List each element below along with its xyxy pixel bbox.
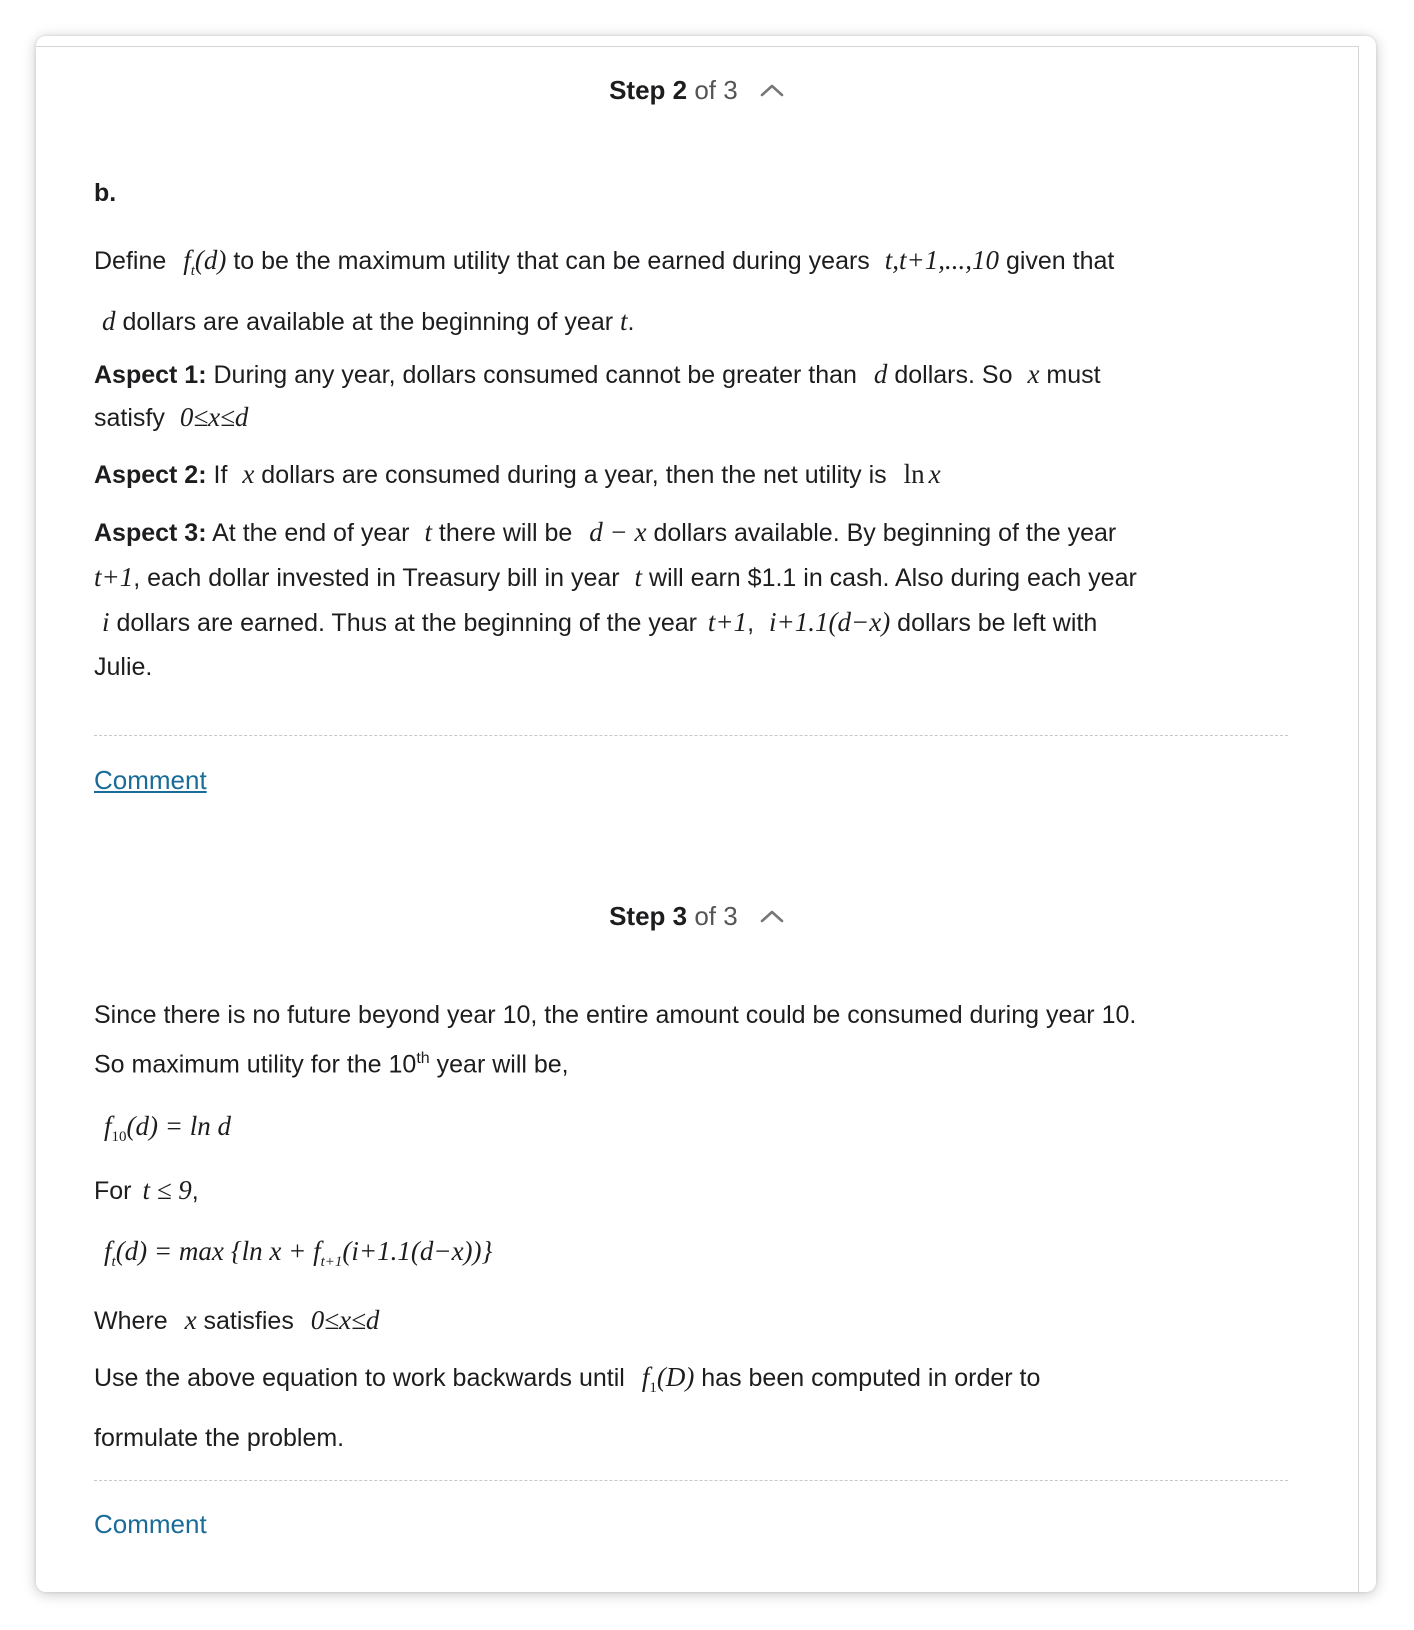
comment-link[interactable]: Comment (94, 1509, 207, 1540)
step-2-content: b. Define ft(d) to be the maximum utilit… (94, 177, 1288, 689)
step-2-number: Step 2 (609, 75, 688, 105)
chevron-up-icon[interactable] (759, 907, 785, 925)
aspect-2: Aspect 2: If x dollars are consumed duri… (94, 459, 941, 489)
step-3-number: Step 3 (609, 901, 688, 931)
chevron-up-icon[interactable] (759, 81, 785, 99)
for-condition: For t ≤ 9, (94, 1175, 199, 1206)
solution-card: Step 2 of 3 b. Define ft(d) to be the ma… (36, 36, 1376, 1592)
aspect-1: Aspect 1: During any year, dollars consu… (94, 359, 1101, 432)
divider (94, 735, 1288, 736)
equation-f10: f10(d) = ln d (104, 1111, 231, 1146)
step-3-content: Since there is no future beyond year 10,… (94, 993, 1288, 1463)
recursion-equation: ft(d) = max {ln x + ft+1(i+1.1(d−x))} (104, 1236, 493, 1271)
conclusion-paragraph: Use the above equation to work backwards… (94, 1362, 1041, 1453)
step-2-header[interactable]: Step 2 of 3 (36, 75, 1358, 105)
part-label: b. (94, 179, 117, 207)
step-3-header[interactable]: Step 3 of 3 (36, 901, 1358, 931)
step-3-total: of 3 (694, 901, 738, 931)
where-line: Where x satisfies 0≤x≤d (94, 1305, 380, 1336)
step-2-total: of 3 (694, 75, 738, 105)
divider (94, 1480, 1288, 1481)
step-3-panel: Step 3 of 3 Since there is no future bey… (36, 873, 1359, 1592)
aspect-3: Aspect 3: At the end of year t there wil… (94, 517, 1137, 681)
definition-paragraph: Define ft(d) to be the maximum utility t… (94, 245, 1115, 336)
step-2-panel: Step 2 of 3 b. Define ft(d) to be the ma… (36, 46, 1359, 874)
intro-paragraph: Since there is no future beyond year 10,… (94, 1001, 1137, 1079)
comment-link[interactable]: Comment (94, 765, 207, 796)
